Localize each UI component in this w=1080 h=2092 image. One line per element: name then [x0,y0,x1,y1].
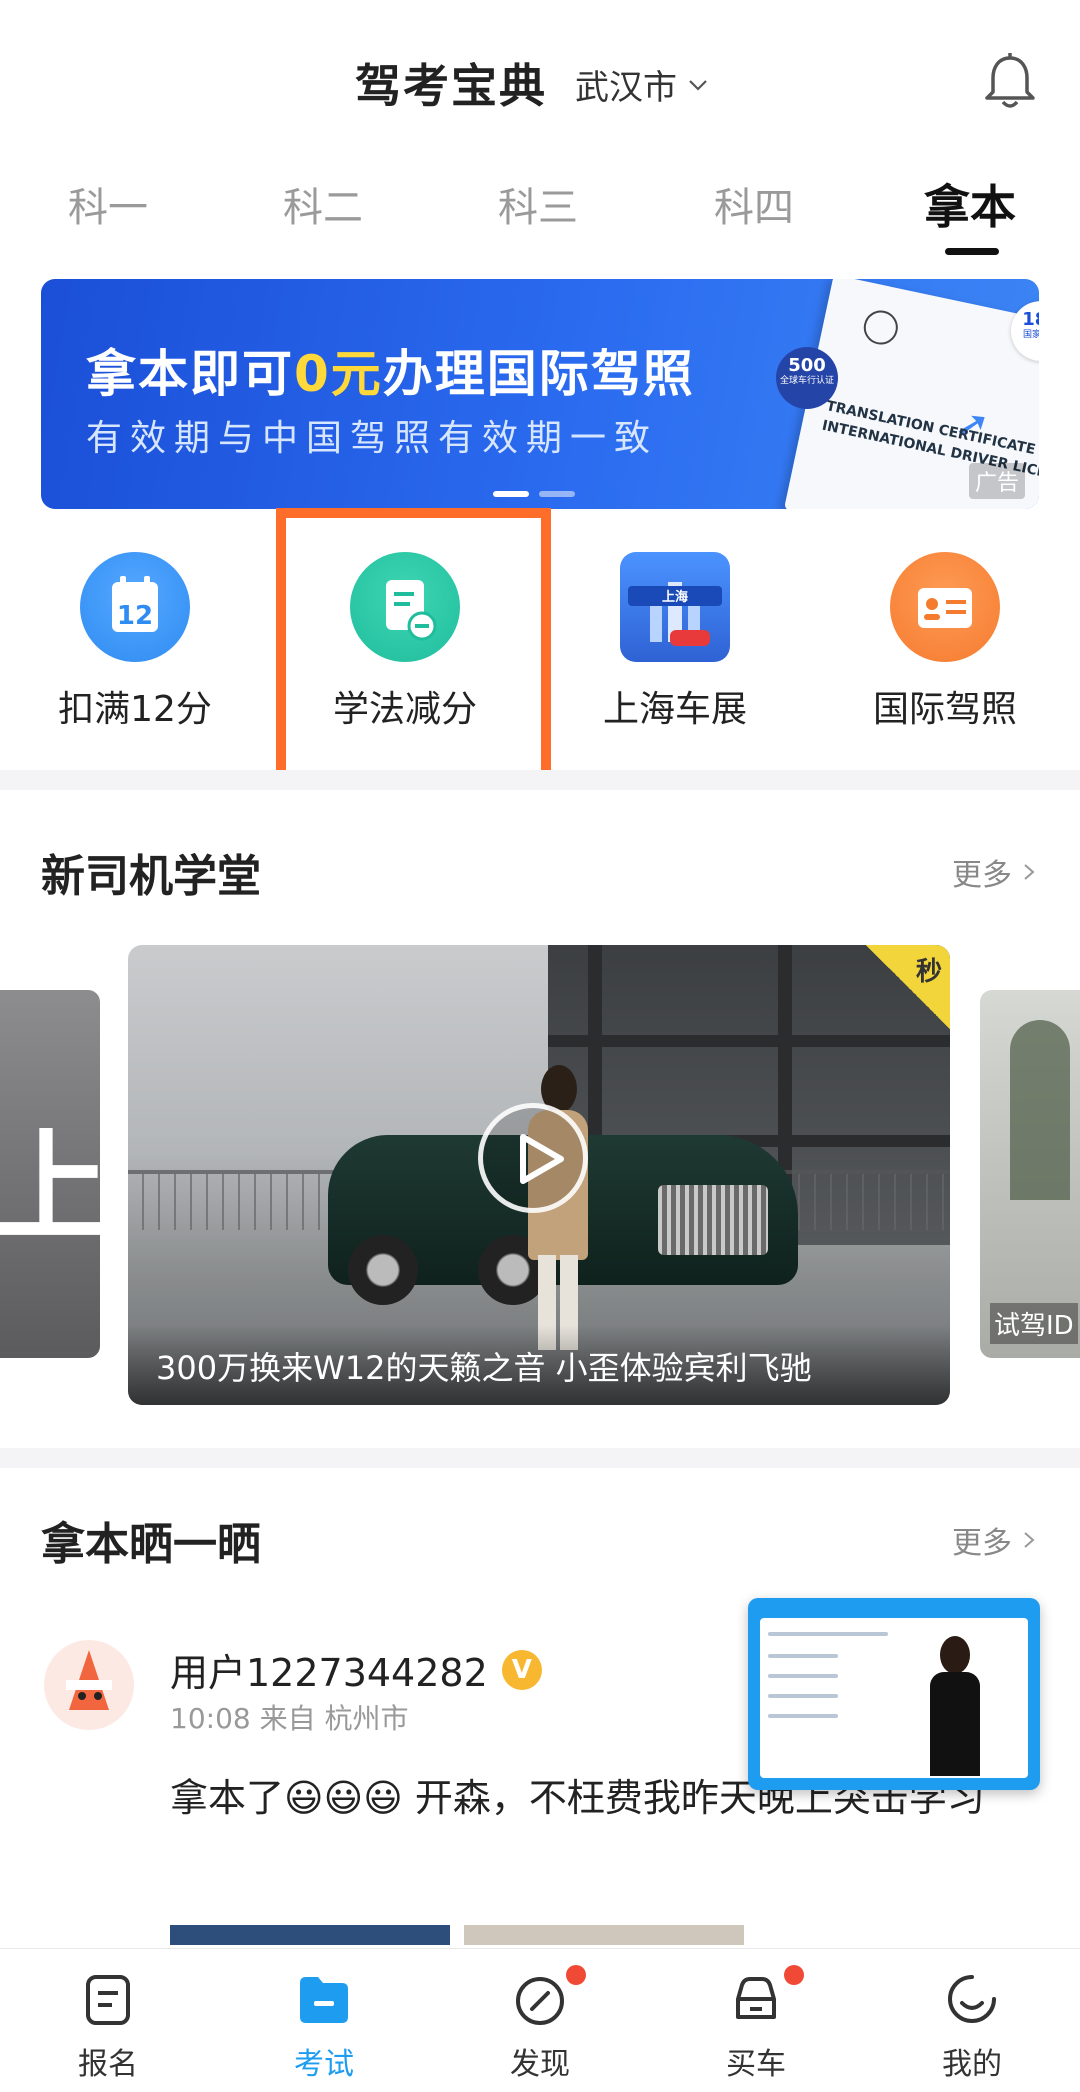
register-icon [86,1975,130,2025]
section-title-school: 新司机学堂 [41,851,261,902]
city-selector[interactable]: 武汉市 [575,60,709,109]
app-title: 驾考宝典 [355,59,547,113]
video-card-prev[interactable]: 上 [0,990,100,1358]
corner-tag-text: 秒 [915,957,942,987]
post-meta: 10:08 来自 杭州市 [170,1697,409,1737]
nav-label: 报名 [78,2047,138,2082]
chevron-right-icon [1024,864,1035,880]
floating-video-screen [760,1618,1028,1778]
section-divider [0,770,1080,790]
video-prev-text: 上 [0,1119,100,1258]
carousel-dot [539,491,575,497]
badge-500-sub: 全球车行认证 [779,376,834,386]
notification-dot [566,1965,586,1985]
post-images[interactable] [170,1925,1030,1945]
carousel-dots [493,491,575,497]
post-location: 杭州市 [324,1702,409,1735]
quick-action-label: 扣满12分 [58,689,212,730]
quick-action-shanghai-auto-show[interactable]: 上海 上海车展 [540,540,810,765]
svg-text:12: 12 [117,601,153,631]
section-divider [0,1448,1080,1468]
highlight-box [276,508,551,781]
nav-discover[interactable]: 发现 [432,1949,648,2092]
post-image[interactable] [170,1925,450,1945]
tab-ke-er[interactable]: 科二 [283,175,363,233]
nav-mine[interactable]: 我的 [864,1949,1080,2092]
bell-icon[interactable] [982,52,1038,112]
badge-180-value: 180 [1022,309,1039,330]
notification-dot [784,1965,804,1985]
shanghai-auto-show-icon: 上海 [620,552,730,662]
folder-icon [300,1977,348,2023]
globe-icon [860,307,901,348]
banner-subline: 有效期与中国驾照有效期一致 [86,418,659,459]
more-label: 更多 [952,1526,1012,1561]
bottom-nav: 报名 考试 发现 买车 我的 [0,1948,1080,2092]
post-time: 10:08 [170,1702,251,1735]
username-text: 用户1227344282 [170,1651,488,1695]
corner-tag: 秒 [866,945,950,1029]
video-caption: 300万换来W12的天籁之音 小歪体验宾利飞驰 [128,1325,950,1405]
nav-buy-car[interactable]: 买车 [648,1949,864,2092]
post-image[interactable] [464,1925,744,1945]
nav-label: 发现 [510,2047,570,2082]
tab-na-ben[interactable]: 拿本 [924,171,1016,237]
car-icon [736,1977,776,2019]
badge-500-value: 500 [788,355,826,376]
tab-ke-yi[interactable]: 科一 [68,175,148,233]
ad-label: 广告 [968,463,1025,499]
nav-label: 我的 [942,2047,1002,2082]
active-tab-indicator [945,248,999,255]
smile-icon [948,1975,996,2023]
svg-text:上海: 上海 [662,589,688,605]
section-title-show: 拿本晒一晒 [41,1519,261,1570]
floating-video-presenter [920,1636,990,1776]
quick-action-label: 上海车展 [602,689,747,730]
id-card-icon [890,552,1000,662]
video-caption-text: 300万换来W12的天籁之音 小歪体验宾利飞驰 [156,1349,812,1387]
banner-headline: 拿本即可0元办理国际驾照 [86,334,695,406]
calendar-12-icon: 12 [80,552,190,662]
verified-badge-icon: V [501,1649,542,1690]
quick-action-intl-license[interactable]: 国际驾照 [810,540,1080,765]
video-next-tag: 试驾ID [990,1303,1078,1344]
quick-action-12-points[interactable]: 12 扣满12分 [0,540,270,765]
compass-icon [516,1977,564,2025]
post-from-label: 来自 [259,1702,316,1735]
nav-exam[interactable]: 考试 [216,1949,432,2092]
nav-label: 考试 [294,2047,354,2082]
quick-action-label: 国际驾照 [872,689,1017,730]
carousel-dot-active [493,491,529,497]
promo-banner[interactable]: 拿本即可0元办理国际驾照 有效期与中国驾照有效期一致 ➚ TRANSLATION… [41,279,1039,509]
banner-headline-post: 办理国际驾照 [382,345,695,403]
city-label: 武汉市 [575,68,677,108]
badge-180-sub: 国家地区 [1022,330,1039,340]
tab-ke-san[interactable]: 科三 [498,175,578,233]
more-label: 更多 [952,858,1012,893]
video-card-next[interactable]: 试驾ID [980,990,1080,1358]
avatar[interactable] [44,1640,134,1730]
banner-headline-highlight: 0元 [294,345,383,403]
play-icon[interactable] [478,1103,588,1213]
chevron-right-icon [1024,1532,1035,1548]
post-username[interactable]: 用户1227344282 V [170,1642,542,1697]
badge-500: 500 全球车行认证 [776,347,838,409]
banner-headline-pre: 拿本即可 [86,345,294,403]
floating-video-window[interactable] [748,1598,1040,1790]
subject-tabs: 科一 科二 科三 科四 拿本 [0,175,1080,265]
top-header: 驾考宝典 武汉市 [0,0,1080,160]
more-link-school[interactable]: 更多 [952,850,1038,894]
chevron-down-icon [689,79,707,91]
nav-label: 买车 [726,2047,786,2082]
more-link-show[interactable]: 更多 [952,1518,1038,1562]
nav-register[interactable]: 报名 [0,1949,216,2092]
video-card-main[interactable]: 秒 300万换来W12的天籁之音 小歪体验宾利飞驰 [128,945,950,1405]
tab-ke-si[interactable]: 科四 [714,175,794,233]
